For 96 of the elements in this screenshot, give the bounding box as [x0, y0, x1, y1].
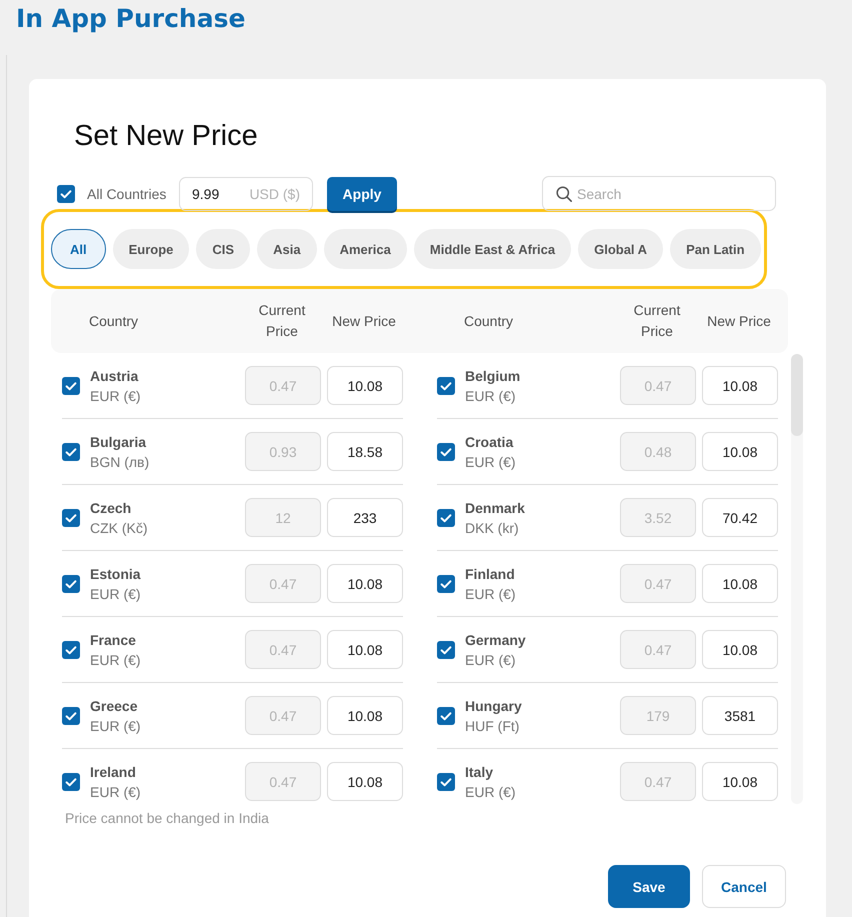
column-header: New Price: [706, 312, 772, 330]
currency-label: DKK (kr): [465, 518, 520, 538]
currency-label: EUR (€): [90, 716, 142, 736]
region-tab[interactable]: America: [324, 229, 407, 269]
current-price-field: 0.47: [620, 366, 696, 405]
checkbox[interactable]: [437, 442, 455, 460]
country-name: Austria: [90, 366, 140, 386]
checkbox[interactable]: [62, 508, 80, 526]
region-tab[interactable]: Asia: [257, 229, 317, 269]
currency-label: EUR (€): [90, 584, 142, 604]
save-button[interactable]: Save: [608, 865, 690, 908]
current-price-field: 0.47: [245, 696, 321, 735]
column-header: Current Price: [632, 301, 682, 341]
country-name: Ireland: [90, 762, 137, 782]
price-field[interactable]: 9.99 USD ($): [179, 176, 313, 210]
country-name: Croatia: [465, 432, 514, 452]
checkbox[interactable]: [437, 640, 455, 658]
new-price-field[interactable]: 10.08: [327, 366, 403, 405]
currency-label: EUR (€): [90, 650, 142, 670]
country-name: Estonia: [90, 564, 142, 584]
note-text: Price cannot be changed in India: [65, 809, 270, 828]
current-price-field: 0.47: [245, 630, 321, 669]
checkbox[interactable]: [62, 640, 80, 658]
column-header: Country: [89, 312, 140, 331]
current-price-field: 179: [620, 696, 696, 735]
current-price-field: 0.47: [245, 762, 321, 801]
currency-label: HUF (Ft): [465, 716, 520, 736]
country-name: Italy: [465, 762, 494, 782]
country-name: Finland: [465, 564, 516, 584]
currency-label: CZK (Kč): [90, 518, 149, 538]
country-name: Greece: [90, 696, 138, 716]
current-price-field: 3.52: [620, 498, 696, 537]
new-price-field[interactable]: 3581: [702, 696, 778, 735]
checkbox[interactable]: [62, 772, 80, 790]
currency-label: EUR (€): [465, 584, 517, 604]
current-price-field: 0.47: [620, 564, 696, 603]
current-price-field: 0.47: [620, 762, 696, 801]
column-header: New Price: [331, 312, 397, 330]
currency-label: EUR (€): [465, 782, 517, 802]
currency-label: EUR (€): [90, 782, 142, 802]
checkbox[interactable]: [437, 574, 455, 592]
current-price-field: 0.48: [620, 432, 696, 471]
checkbox[interactable]: [62, 706, 80, 724]
current-price-field: 0.47: [245, 564, 321, 603]
currency-label: EUR (€): [465, 386, 517, 406]
new-price-field[interactable]: 10.08: [702, 630, 778, 669]
new-price-field[interactable]: 10.08: [702, 762, 778, 801]
new-price-field[interactable]: 10.08: [327, 762, 403, 801]
checkbox[interactable]: [62, 574, 80, 592]
current-price-field: 0.47: [620, 630, 696, 669]
currency-label: BGN (лв): [90, 452, 150, 472]
search-icon: [556, 186, 572, 202]
country-name: Belgium: [465, 366, 522, 386]
checkbox[interactable]: [437, 706, 455, 724]
checkbox[interactable]: [437, 376, 455, 394]
apply-button[interactable]: Apply: [327, 176, 397, 210]
checkbox[interactable]: [57, 184, 75, 202]
region-tab[interactable]: All: [51, 229, 106, 269]
country-name: France: [90, 630, 137, 650]
currency-label: EUR (€): [90, 386, 142, 406]
all-countries-label: All Countries: [87, 186, 168, 202]
country-name: Czech: [90, 498, 132, 518]
currency-unit: USD ($): [249, 186, 300, 202]
region-tab[interactable]: Europe: [112, 229, 190, 269]
scrollbar-thumb[interactable]: [791, 354, 803, 436]
dialog-title: Set New Price: [74, 119, 258, 153]
current-price-field: 0.93: [245, 432, 321, 471]
country-name: Hungary: [465, 696, 523, 716]
region-tab[interactable]: Global A: [578, 229, 664, 269]
new-price-field[interactable]: 10.08: [327, 630, 403, 669]
region-tab[interactable]: Middle East & Africa: [414, 229, 572, 269]
new-price-field[interactable]: 10.08: [327, 696, 403, 735]
new-price-field[interactable]: 233: [327, 498, 403, 537]
new-price-field[interactable]: 10.08: [702, 432, 778, 471]
country-name: Germany: [465, 630, 527, 650]
new-price-field[interactable]: 10.08: [702, 366, 778, 405]
column-header: Current Price: [258, 301, 306, 341]
checkbox[interactable]: [62, 442, 80, 460]
currency-label: EUR (€): [465, 650, 517, 670]
checkbox[interactable]: [437, 772, 455, 790]
current-price-field: 12: [245, 498, 321, 537]
new-price-field[interactable]: 18.58: [327, 432, 403, 471]
country-name: Bulgaria: [90, 432, 148, 452]
checkbox[interactable]: [437, 508, 455, 526]
currency-label: EUR (€): [465, 452, 517, 472]
country-name: Denmark: [465, 498, 526, 518]
new-price-field[interactable]: 70.42: [702, 498, 778, 537]
region-tab[interactable]: CIS: [196, 229, 250, 269]
checkbox[interactable]: [62, 376, 80, 394]
new-price-field[interactable]: 10.08: [327, 564, 403, 603]
region-tab[interactable]: Pan Latin: [670, 229, 761, 269]
column-header: Country: [464, 312, 514, 331]
page-title: In App Purchase: [15, 3, 246, 35]
cancel-button[interactable]: Cancel: [702, 865, 786, 908]
current-price-field: 0.47: [245, 366, 321, 405]
new-price-field[interactable]: 10.08: [702, 564, 778, 603]
